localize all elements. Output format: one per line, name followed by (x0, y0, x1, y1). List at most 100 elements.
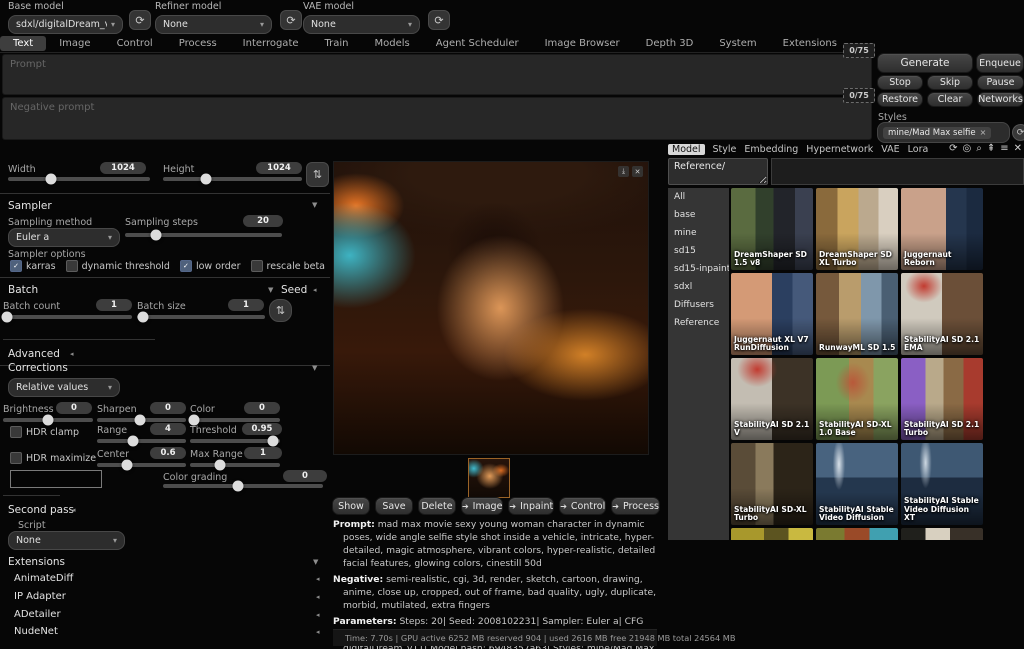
slider-handle[interactable] (233, 481, 244, 492)
corrections-mode-dropdown[interactable]: Relative values ▾ (8, 378, 120, 397)
karras-checkbox[interactable]: ✓karras (10, 260, 56, 272)
pin-icon[interactable]: ⇞ (987, 143, 995, 154)
model-card[interactable]: Juggernaut Reborn (901, 188, 983, 270)
vae-model-dropdown[interactable]: None ▾ (303, 15, 420, 34)
tab-models[interactable]: Models (362, 36, 423, 51)
center-slider[interactable] (97, 463, 186, 467)
expand-seed-icon[interactable]: ◂ (313, 286, 317, 294)
threshold-slider[interactable] (190, 439, 280, 443)
model-card[interactable]: DreamShaper SD 1.5 v8 (731, 188, 813, 270)
model-card[interactable]: StabilityAI Stable Video Diffusion XT (901, 443, 983, 525)
advanced-section-label[interactable]: Advanced (8, 348, 60, 360)
batch-size-slider[interactable] (137, 315, 265, 319)
expand-animatediff-icon[interactable]: ◂ (316, 575, 320, 583)
model-card[interactable]: DreamShaper SD XL Turbo (816, 188, 898, 270)
color-grading-slider[interactable] (163, 484, 323, 488)
checkbox[interactable]: ✓ (66, 260, 78, 272)
seed-section-label[interactable]: Seed (281, 284, 307, 296)
base-model-dropdown[interactable]: sdxl/digitalDream_v11 [6948 ▾ (8, 15, 123, 34)
model-card[interactable]: StabilityAI SD-XL 1.0 Base (816, 358, 898, 440)
model-card[interactable] (816, 528, 898, 540)
networks-tab-style[interactable]: Style (713, 144, 737, 155)
checkbox[interactable]: ✓ (180, 260, 192, 272)
search-icon[interactable]: ⌕ (976, 143, 982, 154)
expand-adetailer-icon[interactable]: ◂ (316, 611, 320, 619)
folder-sd15-inpaint[interactable]: sd15-inpaint (668, 260, 729, 278)
max-range-slider[interactable] (190, 463, 280, 467)
expand-advanced-icon[interactable]: ◂ (70, 350, 74, 358)
download-image-button[interactable]: ⤓ (618, 166, 629, 177)
enqueue-button[interactable]: Enqueue (976, 53, 1024, 73)
model-card[interactable]: Juggernaut XL V7 RunDiffusion (731, 273, 813, 355)
collapse-sampler-icon[interactable]: ▼ (312, 201, 317, 209)
generate-button[interactable]: Generate (877, 53, 973, 73)
sampling-steps-slider[interactable] (125, 233, 282, 237)
height-slider[interactable] (163, 177, 302, 181)
second-pass-section-label[interactable]: Second pass (8, 504, 74, 516)
hdr-clamp-checkbox[interactable]: ✓HDR clamp (10, 426, 79, 438)
tab-image[interactable]: Image (46, 36, 103, 51)
expand-nudenet-icon[interactable]: ◂ (316, 628, 320, 636)
model-card[interactable]: RunwayML SD 1.5 (816, 273, 898, 355)
slider-handle[interactable] (134, 415, 145, 426)
tab-agent-scheduler[interactable]: Agent Scheduler (423, 36, 532, 51)
list-view-icon[interactable]: ≡ (1000, 143, 1008, 154)
collapse-corrections-icon[interactable]: ▼ (312, 364, 317, 372)
range-slider[interactable] (97, 439, 186, 443)
vae-model-refresh-button[interactable]: ⟳ (428, 10, 450, 30)
collapse-extensions-icon[interactable]: ▼ (313, 558, 318, 566)
swap-batch-button[interactable]: ⇅ (269, 299, 292, 322)
refresh-icon[interactable]: ⟳ (949, 143, 957, 154)
folder-mine[interactable]: mine (668, 224, 729, 242)
folder-all[interactable]: All (668, 188, 729, 206)
image-thumbnail[interactable] (468, 458, 510, 498)
model-card[interactable] (901, 528, 983, 540)
slider-handle[interactable] (43, 415, 54, 426)
batch-count-slider[interactable] (3, 315, 132, 319)
skip-button[interactable]: Skip (927, 75, 973, 90)
slider-handle[interactable] (138, 312, 149, 323)
slider-handle[interactable] (1, 312, 12, 323)
networks-tab-vae[interactable]: VAE (881, 144, 899, 155)
swap-dimensions-button[interactable]: ⇅ (306, 162, 329, 187)
extension-adetailer[interactable]: ADetailer (14, 609, 61, 620)
expand-second-pass-icon[interactable]: ◂ (72, 506, 76, 514)
tab-control[interactable]: Control (104, 36, 166, 51)
hdr-maximize-checkbox[interactable]: ✓HDR maximize (10, 452, 96, 464)
slider-handle[interactable] (214, 460, 225, 471)
folder-sdxl[interactable]: sdxl (668, 278, 729, 296)
model-card[interactable]: StabilityAI SD 2.1 Turbo (901, 358, 983, 440)
remove-style-icon[interactable]: × (980, 128, 987, 137)
extension-nudenet[interactable]: NudeNet (14, 626, 58, 637)
expand-ip-adapter-icon[interactable]: ◂ (316, 593, 320, 601)
tab-depth-3d[interactable]: Depth 3D (633, 36, 707, 51)
send-to-control-button[interactable]: ➔Control (559, 497, 606, 515)
negative-prompt-input[interactable] (2, 97, 872, 140)
width-slider[interactable] (8, 177, 150, 181)
extension-animatediff[interactable]: AnimateDiff (14, 573, 73, 584)
styles-refresh-button[interactable]: ⟳ (1012, 124, 1024, 141)
close-image-button[interactable]: ✕ (632, 166, 643, 177)
networks-tab-embedding[interactable]: Embedding (744, 144, 798, 155)
tab-interrogate[interactable]: Interrogate (230, 36, 312, 51)
slider-handle[interactable] (127, 436, 138, 447)
send-to-inpaint-button[interactable]: ➔Inpaint (508, 497, 554, 515)
slider-handle[interactable] (201, 174, 212, 185)
folder-reference[interactable]: Reference (668, 314, 729, 332)
networks-tab-hypernetwork[interactable]: Hypernetwork (806, 144, 873, 155)
checkbox[interactable]: ✓ (10, 426, 22, 438)
brightness-slider[interactable] (3, 418, 93, 422)
base-model-refresh-button[interactable]: ⟳ (129, 10, 151, 30)
slider-handle[interactable] (188, 415, 199, 426)
tab-extensions[interactable]: Extensions (770, 36, 850, 51)
model-card[interactable] (731, 528, 813, 540)
script-dropdown[interactable]: None ▾ (8, 531, 125, 550)
dynamic-threshold-checkbox[interactable]: ✓dynamic threshold (66, 260, 170, 272)
networks-button[interactable]: Networks (977, 92, 1024, 107)
model-card[interactable]: StabilityAI Stable Video Diffusion (816, 443, 898, 525)
checkbox[interactable]: ✓ (10, 452, 22, 464)
networks-tab-model[interactable]: Model (668, 144, 705, 155)
networks-search-input[interactable] (668, 158, 768, 185)
save-button[interactable]: Save (375, 497, 413, 515)
clear-button[interactable]: Clear (927, 92, 973, 107)
